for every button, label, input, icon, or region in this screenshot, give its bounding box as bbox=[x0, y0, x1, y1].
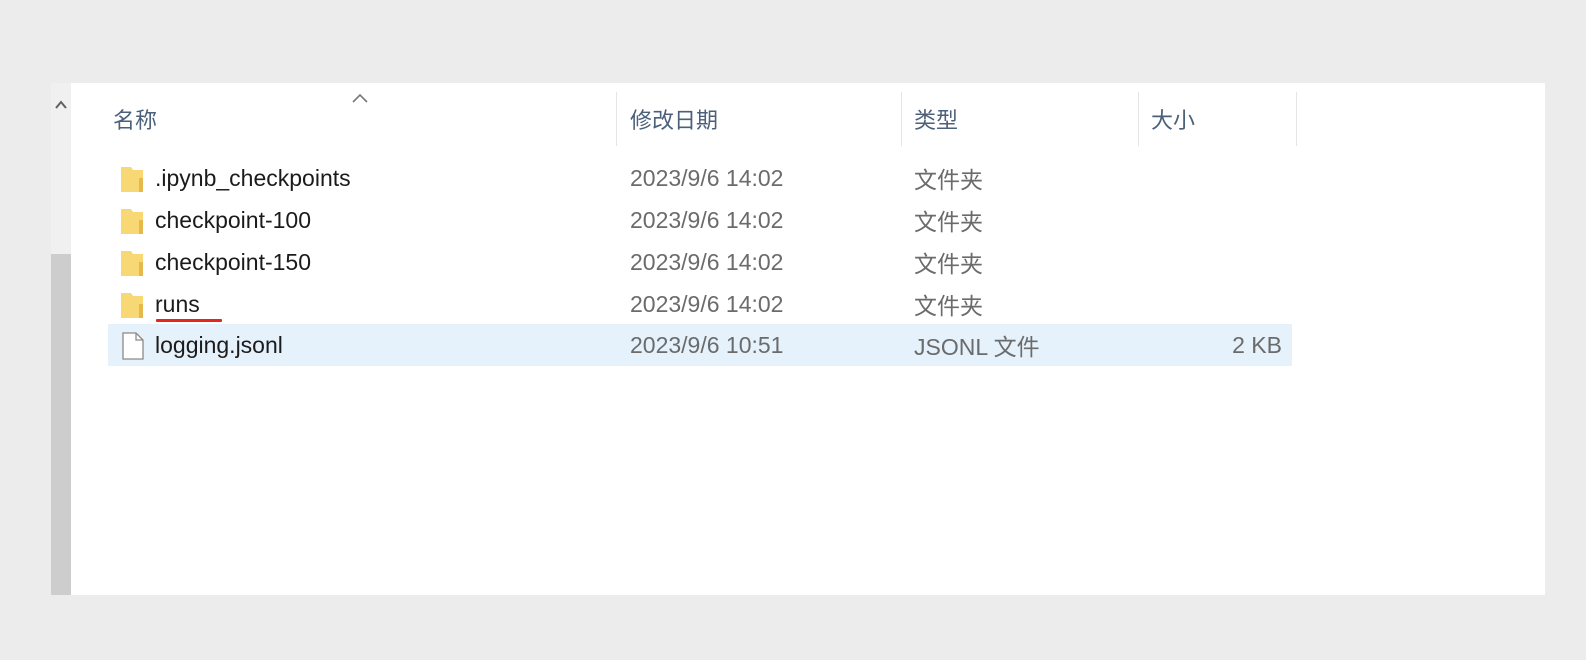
file-type: 文件夹 bbox=[914, 167, 983, 193]
file-date: 2023/9/6 14:02 bbox=[630, 248, 784, 275]
vertical-scrollbar[interactable] bbox=[51, 83, 71, 595]
column-divider[interactable] bbox=[1296, 92, 1297, 146]
folder-icon bbox=[119, 290, 147, 320]
file-date: 2023/9/6 10:51 bbox=[630, 331, 784, 358]
file-name: logging.jsonl bbox=[155, 331, 283, 358]
column-header-type[interactable]: 类型 bbox=[902, 92, 1138, 146]
folder-icon bbox=[119, 206, 147, 236]
column-divider[interactable] bbox=[616, 92, 617, 146]
file-name: checkpoint-100 bbox=[155, 206, 311, 233]
file-type: JSONL 文件 bbox=[914, 334, 1040, 360]
file-date: 2023/9/6 14:02 bbox=[630, 206, 784, 233]
folder-icon bbox=[119, 164, 147, 194]
file-row-checkpoint-100[interactable]: checkpoint-100 2023/9/6 14:02 文件夹 bbox=[108, 199, 1292, 241]
column-header-bar: 名称 修改日期 类型 大小 bbox=[51, 83, 1545, 146]
file-row-ipynb-checkpoints[interactable]: .ipynb_checkpoints 2023/9/6 14:02 文件夹 bbox=[108, 157, 1292, 199]
file-row-runs[interactable]: runs 2023/9/6 14:02 文件夹 bbox=[108, 283, 1292, 325]
file-row-checkpoint-150[interactable]: checkpoint-150 2023/9/6 14:02 文件夹 bbox=[108, 241, 1292, 283]
file-size: 2 KB bbox=[1232, 331, 1282, 358]
file-date: 2023/9/6 14:02 bbox=[630, 290, 784, 317]
column-header-date[interactable]: 修改日期 bbox=[618, 92, 901, 146]
file-name: checkpoint-150 bbox=[155, 248, 311, 275]
file-type: 文件夹 bbox=[914, 251, 983, 277]
red-underline-annotation bbox=[156, 319, 222, 322]
column-header-name[interactable]: 名称 bbox=[101, 92, 616, 146]
scrollbar-thumb[interactable] bbox=[51, 254, 71, 595]
file-row-logging-jsonl[interactable]: logging.jsonl 2023/9/6 10:51 JSONL 文件 2 … bbox=[108, 324, 1292, 366]
file-icon bbox=[119, 331, 147, 361]
file-type: 文件夹 bbox=[914, 293, 983, 319]
file-type: 文件夹 bbox=[914, 209, 983, 235]
folder-icon bbox=[119, 248, 147, 278]
file-date: 2023/9/6 14:02 bbox=[630, 164, 784, 191]
file-name: .ipynb_checkpoints bbox=[155, 164, 351, 191]
column-header-size[interactable]: 大小 bbox=[1139, 92, 1296, 146]
file-explorer-pane: 名称 修改日期 类型 大小 .ipynb_checkpoints 2023/9/… bbox=[51, 83, 1545, 595]
